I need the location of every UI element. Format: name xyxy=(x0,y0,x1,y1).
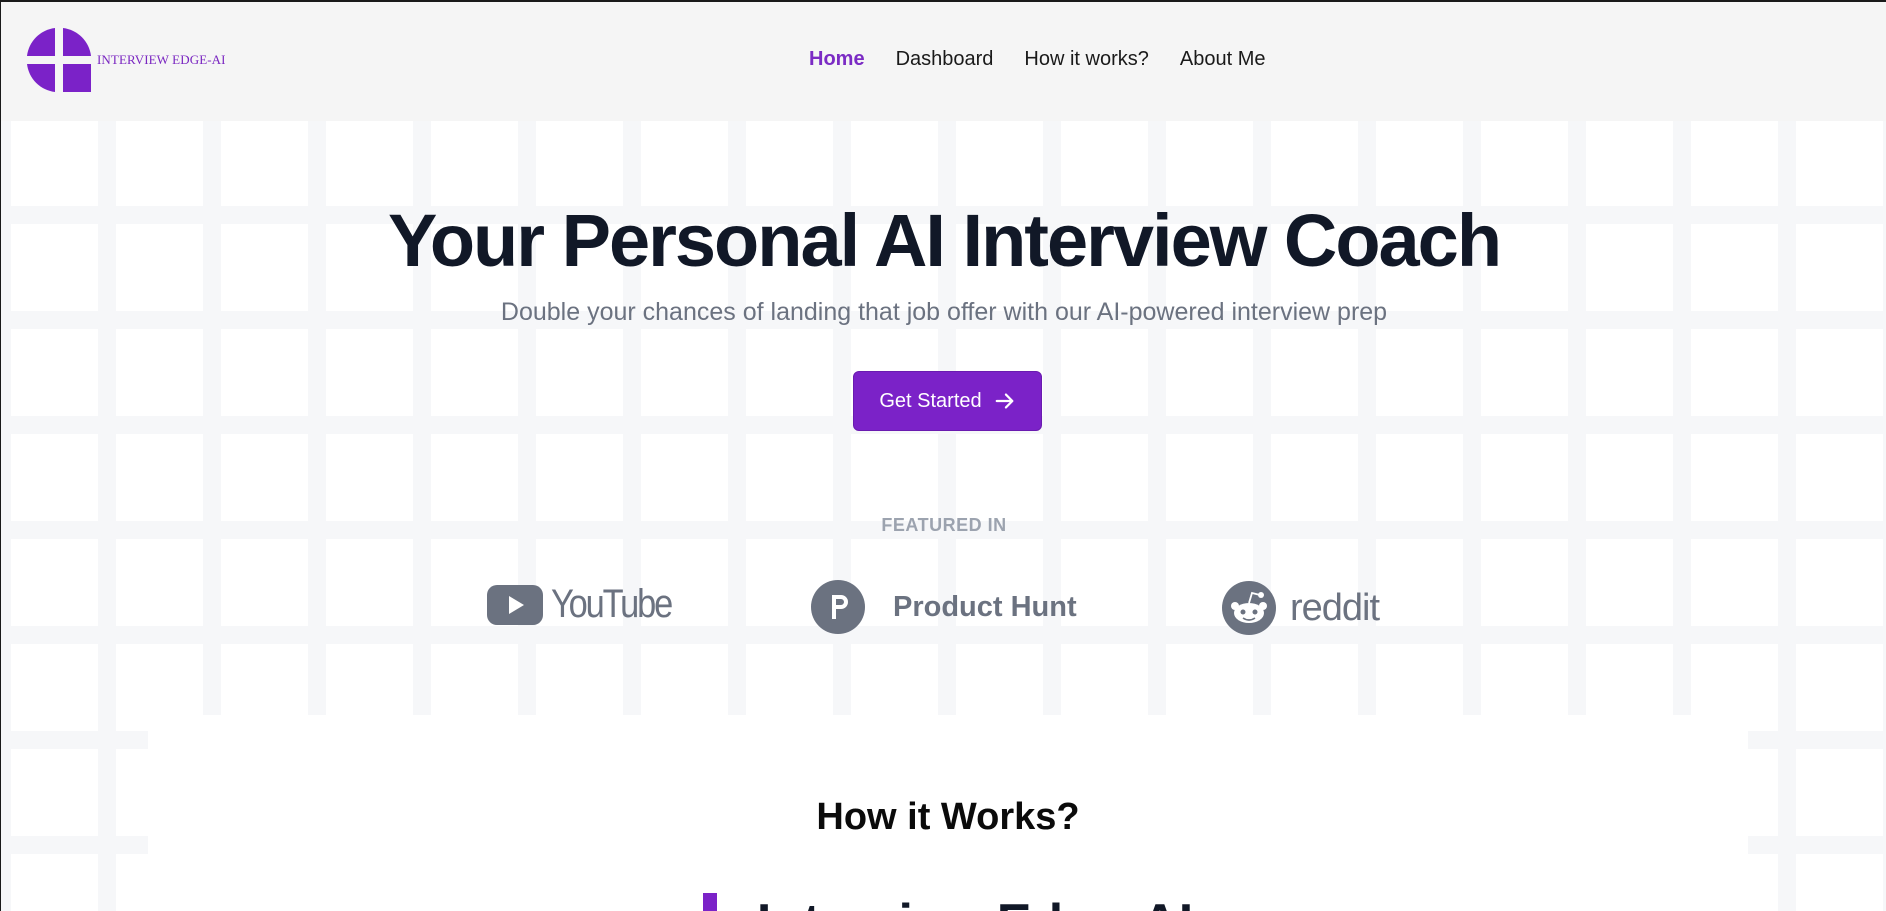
get-started-label: Get Started xyxy=(879,389,982,412)
nav-item-about-me[interactable]: About Me xyxy=(1180,48,1266,71)
main-nav: Home Dashboard How it works? About Me xyxy=(809,48,1297,71)
accent-bar xyxy=(702,893,717,911)
brand-logo[interactable]: INTERVIEW EDGE-AI xyxy=(25,26,226,94)
reddit-snoo-icon xyxy=(1222,581,1276,635)
brand-name: INTERVIEW EDGE-AI xyxy=(97,52,226,67)
subheading-text: Interview Edge-AI xyxy=(757,894,1193,911)
nav-item-dashboard[interactable]: Dashboard xyxy=(896,48,994,71)
quartered-circle-icon xyxy=(27,28,91,92)
youtube-wordmark: YouTube xyxy=(551,582,673,626)
nav-item-how-it-works[interactable]: How it works? xyxy=(1024,48,1148,71)
product-hunt-logo: Product Hunt xyxy=(811,580,1077,634)
arrow-right-icon xyxy=(995,393,1014,409)
how-it-works-subheading: Interview Edge-AI xyxy=(148,893,1748,911)
nav-item-home[interactable]: Home xyxy=(809,48,865,71)
hero-subtitle: Double your chances of landing that job … xyxy=(500,298,1388,326)
hero-title: Your Personal AI Interview Coach xyxy=(387,199,1502,282)
reddit-logo: reddit xyxy=(1222,581,1380,635)
how-it-works-section: How it Works? Interview Edge-AI xyxy=(148,715,1748,911)
get-started-button[interactable]: Get Started xyxy=(853,371,1042,431)
how-it-works-title: How it Works? xyxy=(816,796,1080,838)
top-navigation-bar: INTERVIEW EDGE-AI Home Dashboard How it … xyxy=(1,2,1886,121)
page: INTERVIEW EDGE-AI Home Dashboard How it … xyxy=(0,0,1886,911)
youtube-logo: YouTube xyxy=(487,582,691,627)
featured-in-label: FEATURED IN xyxy=(881,515,1007,535)
youtube-play-icon xyxy=(487,584,543,625)
product-hunt-wordmark: Product Hunt xyxy=(893,590,1077,623)
reddit-wordmark: reddit xyxy=(1290,586,1380,629)
product-hunt-p-icon xyxy=(811,580,865,634)
